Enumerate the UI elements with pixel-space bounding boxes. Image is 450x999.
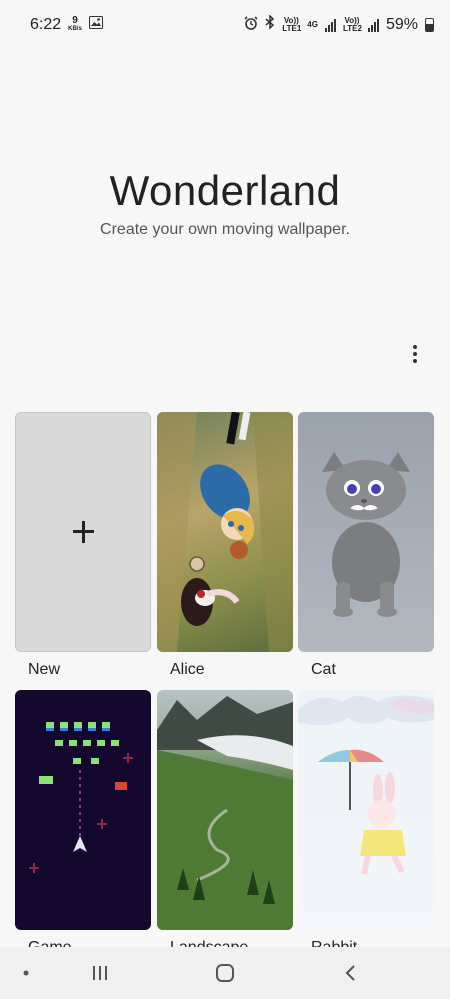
back-button[interactable] (330, 947, 370, 999)
landscape-wallpaper-card[interactable] (157, 690, 293, 930)
net-speed: 9 KB/s (68, 16, 82, 34)
wallpaper-label-new: New (28, 661, 61, 678)
status-bar: 6:22 9 KB/s Vo)) LTE1 4G Vo)) LTE2 59% (0, 0, 450, 50)
volte1-indicator: Vo)) LTE1 (282, 16, 302, 33)
net-speed-value: 9 (72, 15, 78, 26)
page-subtitle: Create your own moving wallpaper. (100, 221, 350, 238)
signal-icon (324, 18, 336, 32)
game-illustration (29, 722, 133, 873)
battery-icon (425, 18, 434, 32)
cat-wallpaper-card[interactable] (298, 412, 434, 652)
alarm-icon (244, 15, 258, 35)
gallery-icon (88, 16, 103, 34)
home-icon (216, 964, 234, 982)
status-right: Vo)) LTE1 4G Vo)) LTE2 59% (244, 14, 434, 35)
cat-illustration (322, 452, 410, 617)
network-4g-indicator: 4G (307, 20, 318, 29)
more-options-button[interactable] (402, 340, 428, 368)
alice-wallpaper-card[interactable] (157, 412, 293, 652)
volte2-indicator: Vo)) LTE2 (342, 16, 362, 33)
bluetooth-icon (265, 14, 275, 35)
game-wallpaper-card[interactable] (15, 690, 151, 930)
more-vert-icon (413, 345, 417, 349)
recent-apps-icon (93, 966, 107, 980)
net-speed-unit: KB/s (68, 26, 82, 32)
recent-apps-button[interactable] (80, 947, 120, 999)
rabbit-illustration (298, 695, 434, 875)
dot-icon (14, 947, 38, 999)
signal-icon-2 (367, 18, 379, 32)
battery-percent: 59% (385, 16, 418, 33)
home-button[interactable] (205, 947, 245, 999)
navigation-bar (0, 947, 450, 999)
status-left: 6:22 9 KB/s (30, 16, 103, 34)
wallpaper-label-alice: Alice (170, 661, 205, 678)
alice-illustration (157, 412, 293, 652)
back-icon (345, 965, 355, 981)
wallpaper-label-cat: Cat (311, 661, 336, 678)
landscape-illustration (157, 696, 293, 930)
rabbit-wallpaper-card[interactable] (298, 690, 434, 930)
page-title: Wonderland (109, 167, 341, 214)
new-wallpaper-card[interactable] (15, 412, 151, 652)
clock: 6:22 (30, 16, 62, 33)
